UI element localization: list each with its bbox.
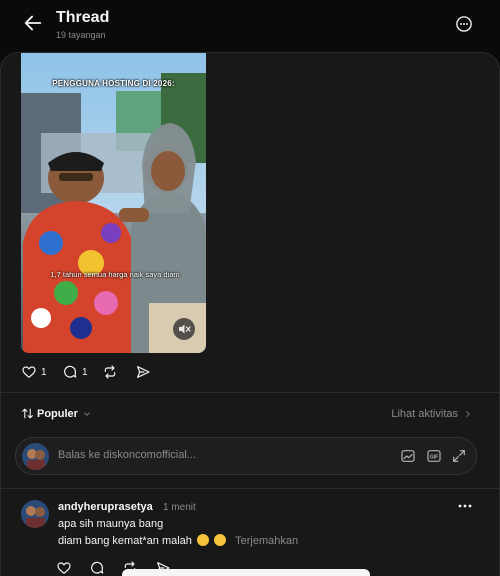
view-activity-label: Lihat aktivitas	[391, 408, 458, 420]
image-icon[interactable]	[400, 448, 416, 464]
page-title: Thread	[56, 9, 110, 26]
speaker-muted-icon	[179, 324, 191, 334]
repost-icon	[104, 365, 116, 379]
comment-text-line1: apa sih maunya bang	[58, 518, 164, 530]
comment-timestamp: 1 menit	[163, 502, 196, 513]
video-caption-bottom: 1,7 tahun semua harga naik saya diam	[50, 270, 180, 279]
thread-card: PENGGUNA HOSTING DI 2026: 1,7 tahun semu…	[0, 52, 500, 576]
toast-popup	[122, 569, 370, 576]
heart-icon	[22, 366, 36, 378]
divider	[1, 488, 499, 489]
comment-text-line2: diam bang kemat*an malah Terjemahkan	[58, 534, 298, 547]
grin-sweat-emoji-icon	[196, 534, 209, 546]
sort-label: Populer	[37, 407, 78, 420]
comment-text-line2-content: diam bang kemat*an malah	[58, 535, 192, 547]
divider	[1, 392, 499, 393]
reply-button[interactable]: 1	[62, 363, 88, 381]
comment-icon	[64, 365, 77, 378]
translate-link[interactable]: Terjemahkan	[235, 535, 298, 547]
post-actions: 1 1	[21, 363, 221, 383]
comment-icon	[91, 561, 104, 574]
like-button[interactable]: 1	[21, 363, 47, 381]
share-button[interactable]	[135, 363, 151, 381]
post-video[interactable]: PENGGUNA HOSTING DI 2026: 1,7 tahun semu…	[21, 53, 206, 353]
like-count: 1	[41, 366, 47, 378]
view-activity-link[interactable]: Lihat aktivitas	[391, 408, 473, 420]
chevron-down-icon	[84, 411, 90, 416]
comment-reply-button[interactable]	[89, 559, 105, 576]
comment-more-icon[interactable]	[456, 499, 474, 513]
mute-button[interactable]	[173, 318, 195, 340]
header: Thread 19 tayangan	[0, 0, 500, 48]
view-count: 19 tayangan	[56, 30, 106, 40]
repost-button[interactable]	[102, 363, 118, 381]
send-icon	[137, 366, 150, 378]
chevron-right-icon	[466, 411, 470, 417]
reply-count: 1	[82, 366, 88, 378]
sort-row: Populer Lihat aktivitas	[21, 407, 481, 425]
video-caption-top: PENGGUNA HOSTING DI 2026:	[52, 79, 175, 88]
reply-input[interactable]	[58, 449, 308, 461]
heart-icon	[57, 562, 71, 574]
comment-like-button[interactable]	[56, 559, 72, 576]
comment-username[interactable]: andyheruprasetya	[58, 501, 153, 513]
more-options-icon[interactable]	[455, 15, 473, 33]
gif-icon[interactable]: GIF	[426, 448, 442, 464]
expand-icon[interactable]	[451, 448, 467, 464]
svg-text:GIF: GIF	[430, 454, 438, 460]
avatar	[22, 443, 49, 470]
sort-dropdown[interactable]: Populer	[21, 407, 92, 420]
back-arrow-icon[interactable]	[22, 12, 44, 34]
innocent-emoji-icon	[214, 534, 227, 546]
video-frame	[21, 53, 206, 353]
reply-composer: GIF	[15, 437, 477, 475]
sort-arrows-icon	[22, 408, 33, 419]
commenter-avatar[interactable]	[21, 500, 49, 528]
